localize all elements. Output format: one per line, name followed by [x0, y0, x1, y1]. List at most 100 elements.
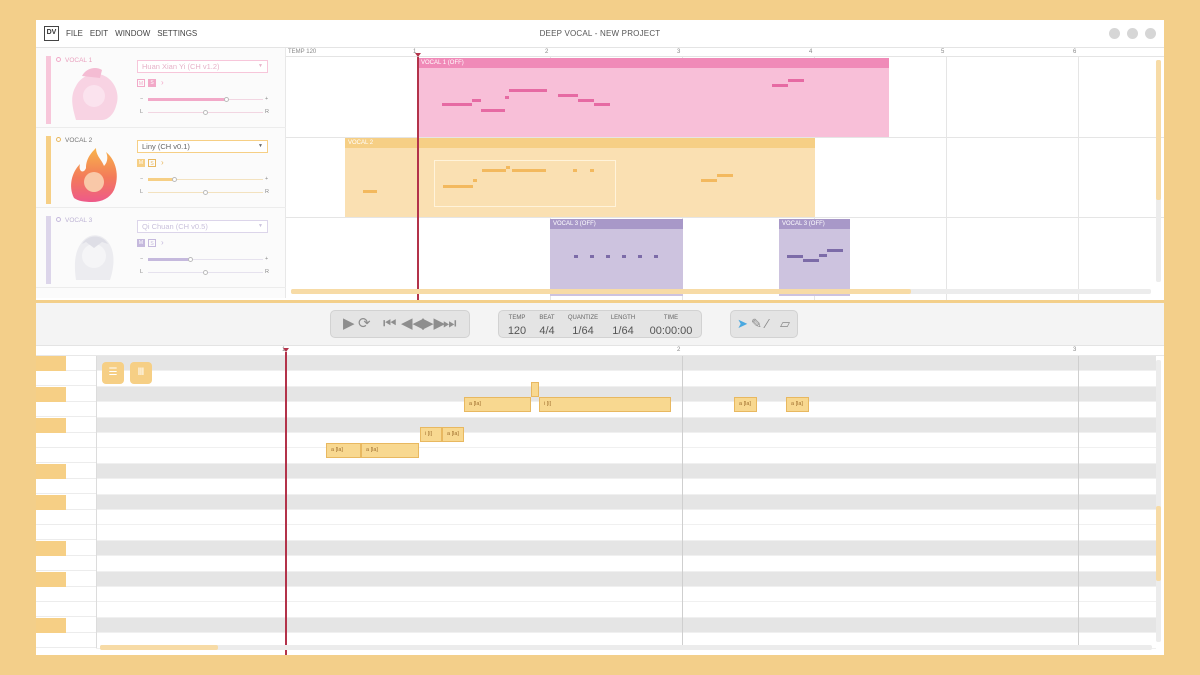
playhead[interactable]	[417, 57, 419, 300]
loop-icon[interactable]: ⟳	[358, 314, 371, 334]
piano-key[interactable]	[36, 386, 96, 402]
note-lane[interactable]	[96, 371, 1156, 387]
roll-vscroll-thumb[interactable]	[1156, 506, 1161, 581]
volume-slider[interactable]	[148, 177, 263, 182]
playhead-marker-icon[interactable]	[415, 53, 421, 57]
note-lane[interactable]	[96, 448, 1156, 464]
piano-key[interactable]	[36, 448, 96, 464]
singer-select[interactable]: Qi Chuan (CH v0.5) ▼	[137, 220, 268, 233]
solo-button[interactable]: S	[148, 239, 156, 247]
track-header-vocal-3[interactable]: VOCAL 3 Qi Chuan (CH v0.5) ▼ M S › − + L…	[36, 208, 286, 288]
skip-end-icon[interactable]: ⏭	[443, 314, 457, 334]
note[interactable]: a [la]	[361, 443, 419, 458]
piano-key-black[interactable]	[36, 617, 66, 633]
note-lane[interactable]	[96, 433, 1156, 449]
list-icon[interactable]: ☰	[102, 362, 124, 384]
piano-key[interactable]	[36, 633, 96, 649]
volume-knob[interactable]	[224, 97, 229, 102]
piano-key[interactable]	[36, 356, 96, 371]
note-lane[interactable]	[96, 479, 1156, 495]
region-vocal-3-a[interactable]: VOCAL 3 (OFF)	[550, 219, 683, 296]
note[interactable]: a [la]	[326, 443, 361, 458]
piano-key[interactable]	[36, 540, 96, 556]
note-lane[interactable]	[96, 417, 1156, 433]
volume-slider[interactable]	[148, 97, 263, 102]
pan-knob[interactable]	[203, 190, 208, 195]
note[interactable]: i [i]	[420, 427, 442, 442]
note-lane[interactable]	[96, 617, 1156, 634]
roll-hscroll-thumb[interactable]	[100, 645, 218, 650]
piano-key[interactable]	[36, 479, 96, 495]
piano-key-black[interactable]	[36, 540, 66, 556]
arrangement-grid[interactable]: TEMP 120 1 2 3 4 5 6 VOCAL 1 (OFF) VOCAL…	[286, 48, 1164, 300]
note[interactable]: a [la]	[442, 427, 464, 442]
quantize-value[interactable]: 1/64	[565, 325, 601, 337]
volume-knob[interactable]	[188, 257, 193, 262]
region-vocal-2[interactable]: VOCAL 2	[345, 138, 815, 217]
note-lane[interactable]	[96, 525, 1156, 541]
note[interactable]	[531, 382, 539, 397]
piano-keyboard[interactable]	[36, 356, 96, 649]
piano-key[interactable]	[36, 371, 96, 387]
mute-button[interactable]: M	[137, 159, 145, 167]
cursor-icon[interactable]: ➤	[737, 317, 748, 331]
beat-value[interactable]: 4/4	[529, 325, 565, 337]
piano-key-black[interactable]	[36, 463, 66, 479]
track-solo-dot[interactable]	[56, 217, 61, 222]
fast-forward-icon[interactable]: ▶▶	[422, 314, 445, 334]
piano-roll[interactable]: 1 2 3 ☰ Ⅲ a [la] i [i] a [la] a [la] i […	[36, 346, 1164, 655]
solo-button[interactable]: S	[148, 159, 156, 167]
playhead-marker-icon[interactable]	[283, 348, 289, 352]
piano-key[interactable]	[36, 463, 96, 479]
piano-key[interactable]	[36, 402, 96, 418]
roll-vscroll-track[interactable]	[1156, 360, 1161, 642]
singer-select[interactable]: Huan Xian Yi (CH v1.2) ▼	[137, 60, 268, 73]
track-solo-dot[interactable]	[56, 137, 61, 142]
mute-button[interactable]: M	[137, 79, 145, 87]
expand-chevron-icon[interactable]: ›	[161, 78, 164, 87]
track-hscroll-thumb[interactable]	[291, 289, 911, 294]
mute-button[interactable]: M	[137, 239, 145, 247]
singer-select[interactable]: Liny (CH v0.1) ▼	[137, 140, 268, 153]
note[interactable]: i [i]	[539, 397, 671, 412]
track-vscroll-thumb[interactable]	[1156, 60, 1161, 200]
piano-key[interactable]	[36, 433, 96, 448]
note-lane[interactable]	[96, 510, 1156, 526]
piano-key-black[interactable]	[36, 494, 66, 510]
volume-knob[interactable]	[172, 177, 177, 182]
note-lane[interactable]	[96, 587, 1156, 603]
piano-key[interactable]	[36, 571, 96, 587]
piano-key[interactable]	[36, 556, 96, 572]
pan-slider[interactable]	[148, 270, 263, 275]
roll-hscroll-track[interactable]	[100, 645, 1152, 650]
track-header-vocal-1[interactable]: VOCAL 1 Huan Xian Yi (CH v1.2) ▼ M S › −	[36, 48, 286, 128]
note[interactable]: a [la]	[464, 397, 531, 412]
piano-key[interactable]	[36, 525, 96, 541]
piano-key-black[interactable]	[36, 386, 66, 402]
piano-key[interactable]	[36, 617, 96, 633]
close-button[interactable]	[1145, 28, 1156, 39]
note-lane[interactable]	[96, 494, 1156, 510]
note-lane[interactable]	[96, 463, 1156, 480]
play-icon[interactable]: ▶	[343, 314, 355, 334]
solo-button[interactable]: S	[148, 79, 156, 87]
piano-icon[interactable]: Ⅲ	[130, 362, 152, 384]
pan-knob[interactable]	[203, 110, 208, 115]
region-vocal-3-b[interactable]: VOCAL 3 (OFF)	[779, 219, 850, 296]
note[interactable]: a [la]	[786, 397, 809, 412]
piano-key-black[interactable]	[36, 356, 66, 371]
skip-start-icon[interactable]: ⏮	[383, 314, 397, 334]
piano-key-black[interactable]	[36, 417, 66, 433]
piano-key[interactable]	[36, 417, 96, 433]
piano-key[interactable]	[36, 510, 96, 525]
maximize-button[interactable]	[1127, 28, 1138, 39]
note-lane[interactable]	[96, 540, 1156, 557]
expand-chevron-icon[interactable]: ›	[161, 158, 164, 167]
note-lane[interactable]	[96, 602, 1156, 618]
volume-slider[interactable]	[148, 257, 263, 262]
line-icon[interactable]: ⁄	[766, 317, 768, 331]
piano-key[interactable]	[36, 587, 96, 602]
length-value[interactable]: 1/64	[605, 325, 641, 337]
track-solo-dot[interactable]	[56, 57, 61, 62]
note[interactable]: a [la]	[734, 397, 757, 412]
